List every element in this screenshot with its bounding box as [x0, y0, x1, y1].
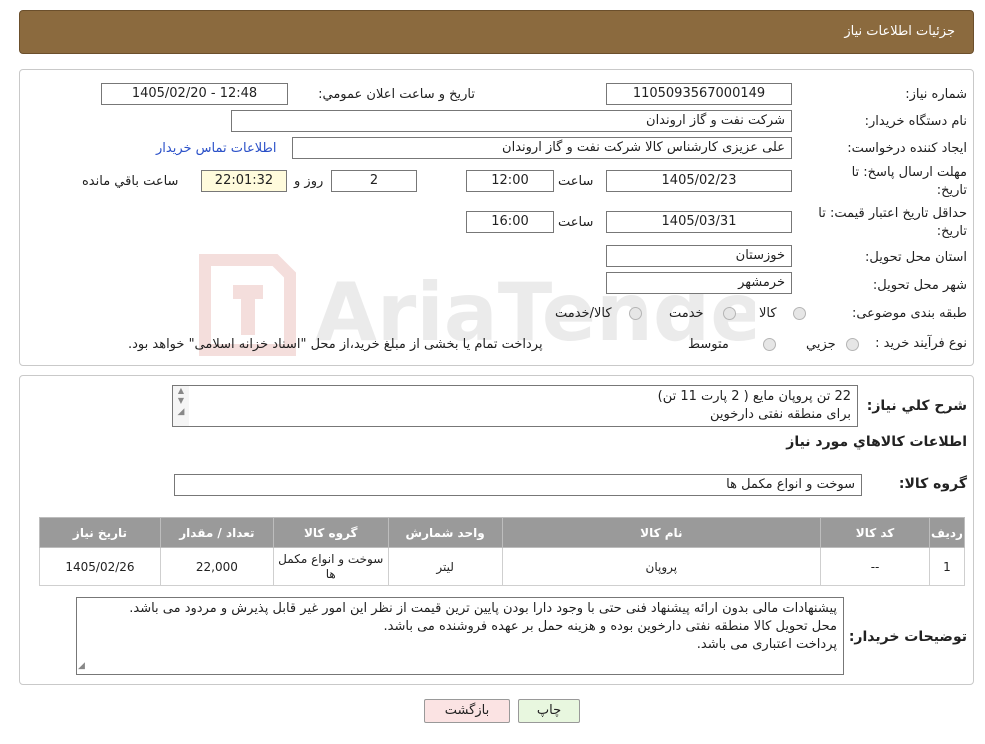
- creator-field: علی عزیزی کارشناس کالا شرکت نفت و گاز ار…: [292, 137, 792, 159]
- cell-goods-code: --: [820, 547, 930, 586]
- category-radio-goods[interactable]: [793, 307, 806, 320]
- col-goods-group: گروه کالا: [272, 517, 389, 548]
- col-unit: واحد شمارش: [387, 517, 503, 548]
- days-label: روز و: [294, 174, 324, 189]
- category-option-goods: کالا: [759, 306, 777, 321]
- cell-goods-name: پروپان: [501, 547, 822, 586]
- goods-group-label: گروه كالا:: [898, 476, 967, 492]
- scroll-up-icon[interactable]: ▲: [173, 386, 189, 396]
- reply-deadline-label: مهلت ارسال پاسخ: تا تاريخ:: [851, 165, 967, 198]
- price-validity-label: حداقل تاريخ اعتبار قيمت: تا تاريخ:: [818, 206, 967, 239]
- notes-resize-grip-icon[interactable]: ◢: [78, 661, 85, 671]
- summary-scrollbar[interactable]: ▲ ▼ ◢: [173, 386, 189, 426]
- cell-quantity: 22,000: [159, 547, 274, 586]
- price-time-label: ساعت: [558, 215, 594, 230]
- reply-time-label: ساعت: [558, 174, 594, 189]
- city-label: شهر محل تحويل:: [872, 278, 967, 293]
- col-goods-code: کد کالا: [820, 517, 930, 548]
- category-option-goods-service: کالا/خدمت: [555, 306, 612, 321]
- goods-table-header: تاريخ نياز تعداد / مقدار گروه کالا واحد …: [39, 517, 966, 548]
- goods-table: تاريخ نياز تعداد / مقدار گروه کالا واحد …: [39, 517, 966, 586]
- need-number-label: شماره نیاز:: [905, 87, 967, 102]
- process-radio-medium[interactable]: [763, 338, 776, 351]
- process-label: نوع فرآيند خريد :: [875, 336, 967, 351]
- col-need-date: تاريخ نياز: [39, 517, 161, 548]
- city-field: خرمشهر: [606, 272, 792, 294]
- buyer-notes-textarea[interactable]: پیشنهادات مالی بدون ارائه پیشنهاد فنی حت…: [76, 597, 844, 675]
- category-radio-goods-service[interactable]: [629, 307, 642, 320]
- goods-group-field: سوخت و انواع مکمل ها: [174, 474, 862, 496]
- process-radio-minor[interactable]: [846, 338, 859, 351]
- page-header: جزئیات اطلاعات نیاز: [19, 10, 974, 54]
- announce-datetime-field: 1405/02/20 - 12:48: [101, 83, 288, 105]
- price-validity-date-field: 1405/03/31: [606, 211, 792, 233]
- col-row: رديف: [928, 517, 966, 548]
- summary-line-2: برای منطقه نفتی دارخوین: [710, 407, 851, 422]
- buyer-org-field: شرکت نفت و گاز اروندان: [231, 110, 792, 132]
- creator-label: ايجاد کننده درخواست:: [847, 141, 967, 156]
- buyer-note-line-1: پیشنهادات مالی بدون ارائه پیشنهاد فنی حت…: [129, 601, 837, 616]
- goods-section-title: اطلاعات كالاهاي مورد نياز: [786, 434, 967, 450]
- print-button[interactable]: چاپ: [518, 699, 580, 723]
- price-validity-time-field: 16:00: [466, 211, 554, 233]
- summary-textarea[interactable]: 22 تن پروپان مایع ( 2 پارت 11 تن) برای م…: [172, 385, 858, 427]
- summary-label: شرح كلي نياز:: [866, 398, 967, 414]
- remaining-time-label: ساعت باقي مانده: [82, 174, 179, 189]
- buyer-notes-label: توضيحات خريدار:: [848, 629, 967, 645]
- category-option-service: خدمت: [669, 306, 704, 321]
- category-radio-service[interactable]: [723, 307, 736, 320]
- cell-unit: لیتر: [387, 547, 503, 586]
- days-remaining-field: 2: [331, 170, 417, 192]
- page-title: جزئیات اطلاعات نیاز: [844, 24, 955, 39]
- summary-line-1: 22 تن پروپان مایع ( 2 پارت 11 تن): [657, 389, 851, 404]
- cell-goods-group: سوخت و انواع مکمل ها: [272, 547, 389, 586]
- reply-time-field: 12:00: [466, 170, 554, 192]
- category-label: طبقه بندی موضوعی:: [851, 306, 967, 321]
- process-payment-note: پرداخت تمام یا بخشی از مبلغ خرید،از محل …: [128, 337, 543, 352]
- province-field: خوزستان: [606, 245, 792, 267]
- table-row: 1405/02/26 22,000 سوخت و انواع مکمل ها ل…: [39, 547, 966, 586]
- remaining-time-field: 22:01:32: [201, 170, 287, 192]
- announce-label: تاریخ و ساعت اعلان عمومي:: [318, 87, 475, 102]
- process-option-medium: متوسط: [688, 337, 729, 352]
- cell-row: 1: [928, 547, 966, 586]
- cell-need-date: 1405/02/26: [39, 547, 161, 586]
- buyer-contact-link[interactable]: اطلاعات تماس خريدار: [156, 141, 276, 156]
- buyer-note-line-2: محل تحویل کالا منطقه نفتی دارخوین بوده و…: [383, 619, 837, 634]
- scroll-down-icon[interactable]: ▼: [173, 396, 189, 406]
- buyer-org-label: نام دستگاه خريدار:: [864, 114, 967, 129]
- col-quantity: تعداد / مقدار: [159, 517, 274, 548]
- col-goods-name: نام کالا: [501, 517, 822, 548]
- process-option-minor: جزيي: [806, 337, 836, 352]
- need-number-field: 1105093567000149: [606, 83, 792, 105]
- buyer-note-line-3: پرداخت اعتباری می باشد.: [696, 637, 837, 652]
- resize-grip-icon[interactable]: ◢: [173, 406, 189, 418]
- province-label: استان محل تحويل:: [865, 250, 967, 265]
- back-button[interactable]: بازگشت: [424, 699, 510, 723]
- reply-date-field: 1405/02/23: [606, 170, 792, 192]
